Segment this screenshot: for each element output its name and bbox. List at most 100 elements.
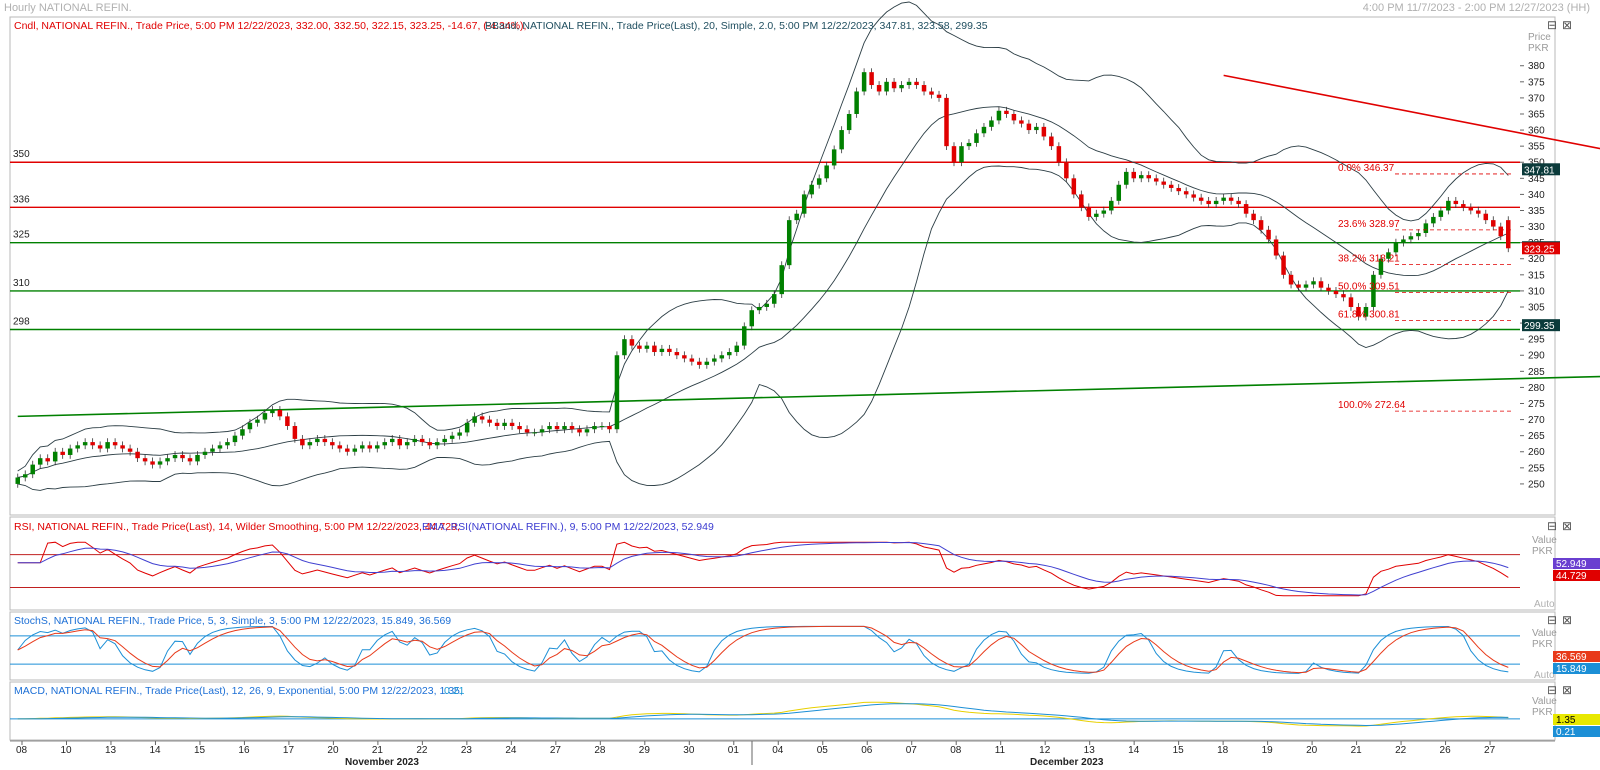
candle-body (1079, 194, 1084, 208)
y-tick-label: 295 (1528, 335, 1545, 346)
stoch-close-icon[interactable]: ⊠ (1562, 613, 1572, 627)
candle-body (1266, 229, 1271, 240)
candle-body (472, 416, 477, 423)
chart-canvas[interactable]: 350 336 325 310 298 0.0% 346.37 23.6% 328.97 3… (0, 0, 1600, 770)
candle-body (1109, 200, 1114, 211)
candle-body (322, 438, 328, 443)
y-tick-label: 285 (1528, 367, 1545, 378)
y-tick-label: 380 (1528, 61, 1545, 72)
candle-body (135, 451, 140, 459)
candle-body (659, 348, 665, 353)
candle-body (532, 432, 537, 434)
candle-body (509, 422, 515, 427)
candle-body (1034, 126, 1039, 131)
candle-body (929, 91, 934, 95)
x-tick-label: 14 (149, 745, 161, 756)
candle-body (22, 474, 28, 478)
candle-body (1213, 200, 1219, 205)
candle-body (330, 442, 335, 446)
candle-body (1206, 200, 1211, 205)
macd-minimize-icon[interactable]: ⊟ (1547, 683, 1557, 697)
rsi-close-icon[interactable]: ⊠ (1562, 519, 1572, 533)
candle-body (689, 358, 695, 362)
y-tick-label: 265 (1528, 431, 1545, 442)
candle-body (67, 448, 73, 455)
price-minimize-icon[interactable]: ⊟ (1547, 18, 1557, 32)
candle-body (1446, 200, 1451, 211)
legend-rsi-ema[interactable]: EMA, RSI(NATIONAL REFIN.), 9, 5:00 PM 12… (422, 521, 714, 533)
candle-body (247, 422, 253, 430)
candle-body (779, 265, 784, 295)
candle-body (622, 339, 627, 356)
candle-body (697, 361, 702, 365)
candle-body (45, 458, 50, 462)
candle-body (52, 451, 58, 462)
x-tick-label: 23 (461, 745, 473, 756)
price-close-icon[interactable]: ⊠ (1562, 18, 1572, 32)
stoch-minimize-icon[interactable]: ⊟ (1547, 613, 1557, 627)
legend-stoch[interactable]: StochS, NATIONAL REFIN., Trade Price, 5,… (14, 615, 451, 627)
x-tick-label: 19 (1262, 745, 1274, 756)
candle-body (1468, 207, 1474, 211)
rsi-badge-text: 44.729 (1556, 571, 1587, 582)
candle-body (734, 345, 740, 353)
legend-rsi[interactable]: RSI, NATIONAL REFIN., Trade Price(Last),… (14, 521, 460, 533)
candle-body (644, 345, 650, 349)
candle-body (524, 429, 530, 433)
candle-body (427, 442, 432, 446)
candle-body (382, 442, 388, 446)
candle-body (1011, 113, 1017, 121)
candle-body (1191, 194, 1196, 198)
candle-body (210, 448, 215, 452)
candle-body (270, 409, 275, 414)
candle-body (921, 85, 927, 92)
candle-body (217, 445, 223, 449)
candle-body (742, 326, 747, 346)
candle-body (1056, 146, 1062, 163)
price-axis-unit: PKR (1528, 43, 1549, 54)
candle-body (974, 133, 979, 143)
candle-body (345, 448, 350, 452)
y-tick-label: 320 (1528, 254, 1545, 265)
candle-body (1064, 162, 1069, 179)
y-tick-label: 365 (1528, 109, 1545, 120)
candle-body (547, 426, 552, 430)
y-tick-label: 375 (1528, 77, 1545, 88)
macd-close-icon[interactable]: ⊠ (1562, 683, 1572, 697)
candle-body (412, 438, 417, 443)
candle-body (442, 438, 447, 443)
candle-body (292, 426, 298, 439)
y-tick-label: 275 (1528, 399, 1545, 410)
candle-body (262, 413, 268, 420)
candle-body (307, 442, 313, 446)
candle-body (1004, 110, 1009, 114)
candle-body (1071, 178, 1077, 195)
legend-macd[interactable]: MACD, NATIONAL REFIN., Trade Price(Last)… (14, 685, 463, 697)
candle-body (539, 429, 545, 433)
candle-body (1318, 281, 1324, 288)
legend-cndl[interactable]: Cndl, NATIONAL REFIN., Trade Price, 5:00… (14, 20, 526, 32)
candle-body (652, 345, 657, 353)
fib-label: 38.2% 318.21 (1338, 253, 1400, 264)
candle-body (232, 435, 238, 443)
y-tick-label: 310 (1528, 286, 1545, 297)
legend-bband[interactable]: BBand, NATIONAL REFIN., Trade Price(Last… (485, 20, 988, 32)
candle-body (764, 303, 769, 307)
candle-body (1138, 175, 1144, 179)
stoch-auto-button[interactable]: Auto (1534, 670, 1555, 681)
candle-body (876, 85, 882, 92)
candle-body (37, 458, 43, 465)
x-tick-label: 04 (772, 745, 784, 756)
y-tick-label: 270 (1528, 415, 1545, 426)
candle-body (457, 432, 462, 436)
candle-body (517, 426, 522, 430)
legend-macd-signal[interactable]: 0.21 (444, 685, 465, 697)
candle-body (839, 130, 844, 150)
candle-body (479, 416, 485, 420)
x-tick-label: 21 (372, 745, 384, 756)
x-tick-label: 14 (1128, 745, 1140, 756)
stoch-d-badge-text: 36.569 (1556, 652, 1587, 663)
rsi-minimize-icon[interactable]: ⊟ (1547, 519, 1557, 533)
candle-body (1258, 220, 1264, 230)
rsi-auto-button[interactable]: Auto (1534, 599, 1555, 610)
